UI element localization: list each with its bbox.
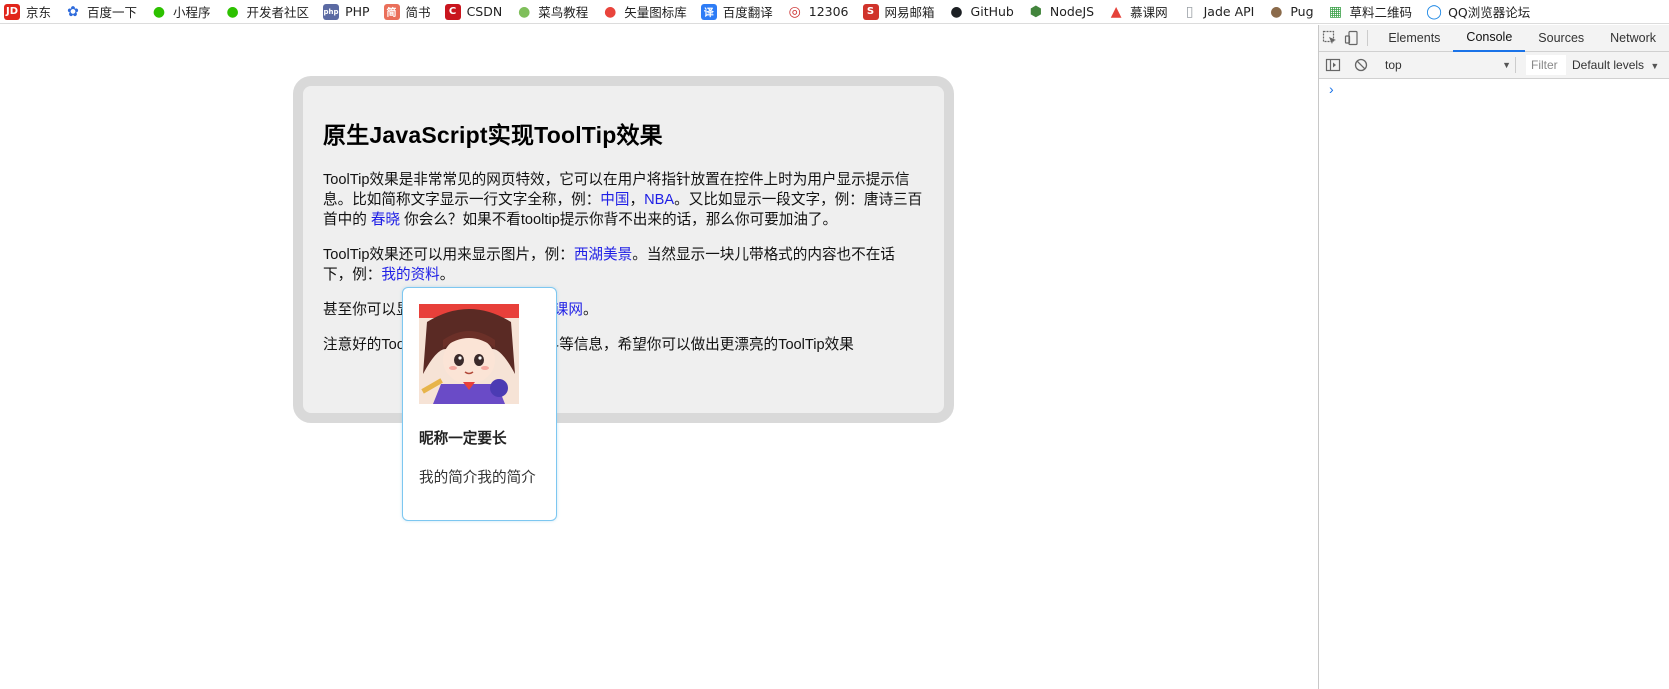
paragraph-text: 。: [439, 267, 455, 283]
tooltip-popup: 昵称一定要长 我的简介我的简介: [402, 287, 557, 521]
baidu-paw-icon: ✿: [67, 3, 79, 20]
tab-network[interactable]: Network: [1597, 25, 1669, 52]
context-selector[interactable]: top ▼: [1381, 55, 1515, 75]
bookmark-item[interactable]: C CSDN: [444, 3, 503, 20]
avatar: [419, 304, 519, 404]
devtools-panel: Elements Console Sources Network top ▼ F…: [1318, 25, 1669, 689]
toolbar-divider: [1515, 57, 1516, 73]
bookmark-item[interactable]: ▯ Jade API: [1182, 4, 1255, 20]
bookmark-label: PHP: [345, 4, 370, 19]
devtools-tabbar: Elements Console Sources Network: [1319, 25, 1669, 52]
paragraph-2: ToolTip效果还可以用来显示图片，例：西湖美景。当然显示一块儿带格式的内容也…: [323, 245, 924, 285]
bookmark-label: 慕课网: [1130, 5, 1168, 20]
bookmark-item[interactable]: php PHP: [323, 3, 370, 20]
content-card: 原生JavaScript实现ToolTip效果 ToolTip效果是非常常见的网…: [293, 76, 954, 423]
jd-icon: JD: [4, 3, 20, 20]
page-viewport: 原生JavaScript实现ToolTip效果 ToolTip效果是非常常见的网…: [0, 25, 1318, 689]
paragraph-text: ToolTip效果还可以用来显示图片，例：: [323, 247, 574, 263]
csdn-icon: C: [444, 3, 461, 20]
bookmark-item[interactable]: ● 开发者社区: [225, 2, 310, 21]
translate-icon: 译: [700, 3, 717, 20]
bookmark-label: 12306: [808, 4, 849, 19]
imooc-flame-icon: ▲: [1110, 3, 1122, 20]
bookmark-item[interactable]: ● GitHub: [949, 3, 1014, 20]
link-chunxiao[interactable]: 春晓: [371, 212, 400, 228]
bookmark-item[interactable]: ● 小程序: [151, 2, 211, 21]
tooltip-nickname: 昵称一定要长: [419, 431, 507, 447]
bookmark-label: GitHub: [970, 4, 1014, 19]
bookmark-label: 简书: [405, 5, 431, 20]
tooltip-intro: 我的简介我的简介: [419, 470, 536, 486]
bookmark-item[interactable]: ▦ 草料二维码: [1328, 2, 1413, 21]
page-title: 原生JavaScript实现ToolTip效果: [323, 122, 663, 148]
context-selector-value: top: [1385, 58, 1402, 72]
console-toolbar: top ▼ Filter Default levels ▼: [1319, 52, 1669, 79]
bookmark-label: QQ浏览器论坛: [1448, 5, 1531, 20]
12306-icon: ◎: [788, 3, 801, 20]
log-levels-label: Default levels: [1572, 58, 1645, 72]
bookmark-label: 菜鸟教程: [538, 5, 589, 20]
jianshu-icon: 简: [383, 3, 400, 20]
tab-console[interactable]: Console: [1453, 25, 1526, 52]
bookmark-item[interactable]: 简简书: [383, 2, 431, 21]
clear-console-icon[interactable]: [1347, 52, 1375, 79]
tab-elements[interactable]: Elements: [1375, 25, 1453, 52]
bookmark-label: 网易邮箱: [884, 5, 935, 20]
bookmark-item[interactable]: ▲ 慕课网: [1108, 2, 1168, 21]
document-icon: ▯: [1185, 3, 1194, 20]
bookmark-item[interactable]: ◎ 12306: [787, 4, 849, 20]
pug-icon: ●: [1270, 3, 1283, 20]
tab-sources[interactable]: Sources: [1525, 25, 1597, 52]
log-levels-dropdown[interactable]: Default levels ▼: [1572, 58, 1659, 72]
wechat-icon: ●: [226, 3, 239, 20]
bookmark-label: 开发者社区: [246, 5, 310, 20]
dropdown-triangle-icon: ▼: [1502, 60, 1511, 70]
iconfont-icon: ●: [604, 3, 617, 20]
netease-icon: S: [862, 3, 879, 20]
inspect-element-icon[interactable]: [1319, 25, 1341, 52]
device-toolbar-icon[interactable]: [1341, 25, 1363, 52]
paragraph-text: 你会么？如果不看tooltip提示你背不出来的话，那么你可要加油了。: [404, 212, 838, 228]
bookmarks-bar: JD 京东 ✿ 百度一下 ● 小程序 ● 开发者社区 php PHP 简简书 C CSDN ● 菜鸟教程 ● 矢…: [0, 0, 1669, 24]
bookmark-label: 矢量图标库: [624, 5, 687, 20]
bookmark-item[interactable]: S 网易邮箱: [862, 2, 935, 21]
bookmark-item[interactable]: ✿ 百度一下: [65, 2, 137, 21]
bookmark-label: Pug: [1290, 4, 1314, 19]
bookmark-label: Jade API: [1203, 4, 1255, 19]
bookmark-label: 小程序: [173, 5, 211, 20]
link-nba[interactable]: NBA: [644, 192, 674, 208]
github-icon: ●: [950, 3, 963, 20]
paragraph-text: ，: [629, 192, 645, 208]
bookmark-label: 百度翻译: [722, 5, 773, 20]
nodejs-icon: ⬢: [1029, 3, 1042, 20]
wechat-icon: ●: [152, 3, 166, 20]
bookmark-label: CSDN: [466, 4, 503, 19]
bookmark-label: 草料二维码: [1349, 5, 1413, 20]
link-china[interactable]: 中国: [600, 192, 629, 208]
anime-avatar-image: [419, 304, 519, 404]
bookmark-label: NodeJS: [1049, 4, 1095, 19]
console-filter-input[interactable]: Filter: [1526, 55, 1566, 75]
bookmark-item[interactable]: ● Pug: [1268, 4, 1313, 20]
console-sidebar-icon[interactable]: [1319, 52, 1347, 79]
bookmark-item[interactable]: 译百度翻译: [700, 2, 773, 21]
php-icon: php: [323, 3, 340, 20]
bookmark-item[interactable]: JD 京东: [4, 2, 51, 21]
qq-browser-icon: ◯: [1426, 3, 1442, 20]
bookmark-label: 京东: [26, 5, 52, 20]
paragraph-1: ToolTip效果是非常常见的网页特效，它可以在用户将指针放置在控件上时为用户显…: [323, 170, 924, 230]
bookmark-item[interactable]: ◯ QQ浏览器论坛: [1426, 2, 1530, 21]
toolbar-divider: [1366, 30, 1368, 46]
paragraph-text: 。: [582, 302, 598, 318]
link-my-profile[interactable]: 我的资料: [381, 267, 439, 283]
bookmark-item[interactable]: ⬢ NodeJS: [1028, 4, 1094, 20]
link-west-lake[interactable]: 西湖美景: [574, 247, 632, 263]
bookmark-item[interactable]: ● 菜鸟教程: [516, 2, 588, 21]
bookmark-label: 百度一下: [87, 5, 138, 20]
console-prompt[interactable]: ›: [1329, 81, 1334, 97]
qrcode-icon: ▦: [1328, 3, 1343, 20]
bookmark-item[interactable]: ● 矢量图标库: [602, 2, 687, 21]
dropdown-triangle-icon: ▼: [1650, 61, 1660, 71]
runoob-icon: ●: [518, 3, 531, 20]
